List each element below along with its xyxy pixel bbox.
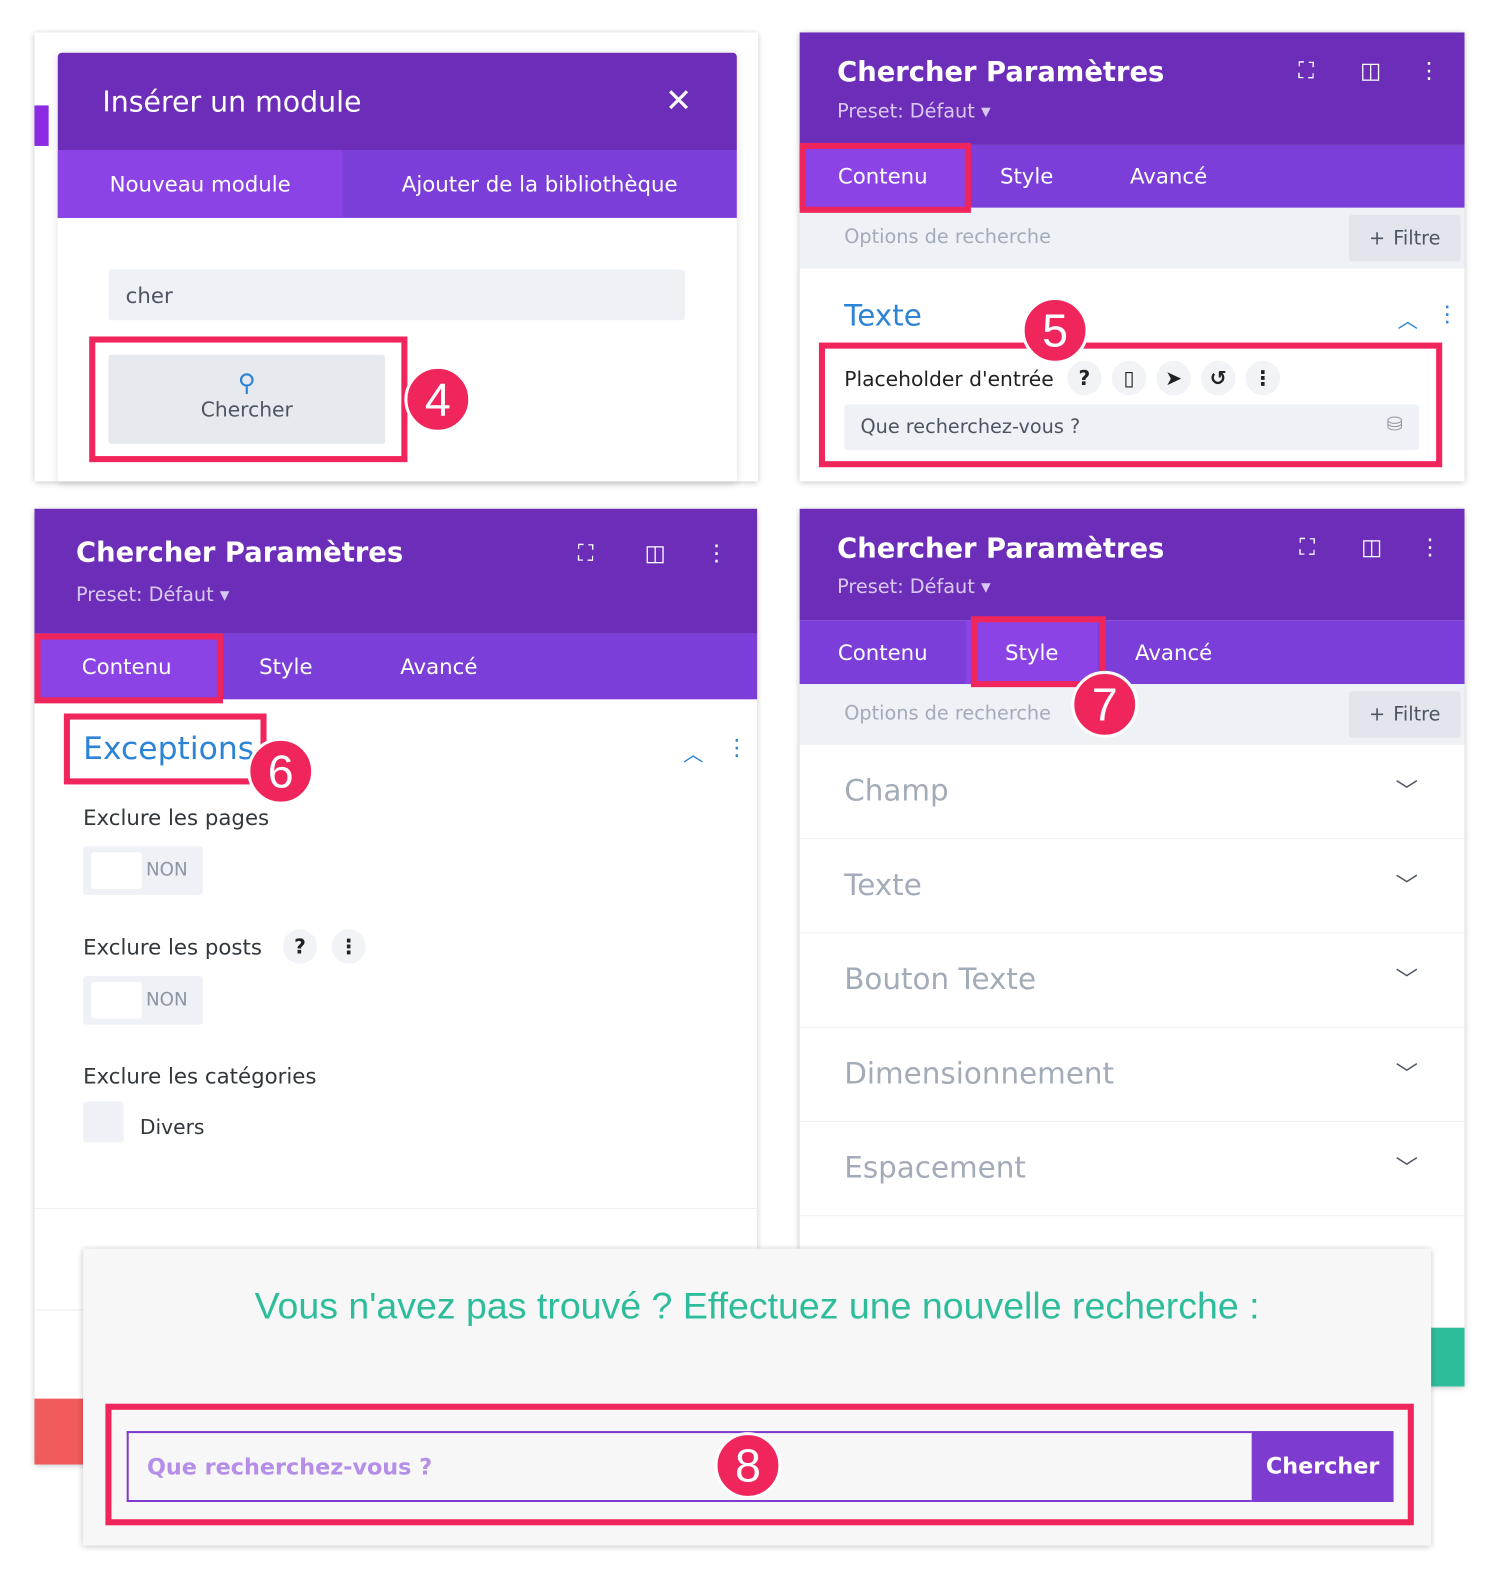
help-icon[interactable]: ? [282,929,318,964]
chevron-down-icon: ﹀ [1395,1156,1418,1182]
category-checkbox[interactable] [83,1101,124,1143]
highlight-box-tab-contenu [799,142,971,213]
section-more-icon[interactable]: ⋮ [1436,302,1458,327]
plus-icon: + [1368,227,1386,250]
split-view-icon[interactable]: ◫ [1361,535,1382,560]
panel-title: Chercher Paramètres [837,56,1165,89]
highlight-box-4 [89,336,408,463]
filter-button[interactable]: + Filtre [1348,691,1461,738]
tab-library[interactable]: Ajouter de la bibliothèque [343,150,737,218]
chevron-down-icon: ﹀ [1395,873,1418,899]
red-button-edge [34,1398,84,1465]
step-badge-4: 4 [404,365,472,433]
step-badge-6: 6 [247,737,315,805]
exclude-pages-toggle[interactable]: NON [83,846,203,895]
field-tools: ? ⋮ [282,929,366,964]
tab-style[interactable]: Style [966,145,1088,208]
chevron-up-icon[interactable]: ︿ [683,738,703,767]
preset-dropdown[interactable]: Preset: Défaut ▾ [837,576,990,598]
accordion-bouton-texte[interactable]: Bouton Texte ﹀ [799,933,1465,1028]
panel-title: Chercher Paramètres [76,537,404,569]
dialog-title: Insérer un module [102,85,362,119]
field-label: Exclure les posts [83,935,262,960]
chevron-down-icon: ﹀ [1395,1062,1418,1088]
accordion-texte[interactable]: Texte ﹀ [799,839,1465,934]
tab-new-module[interactable]: Nouveau module [57,149,343,218]
chevron-down-icon: ﹀ [1395,967,1418,994]
section-title[interactable]: Texte [844,298,922,332]
split-view-icon[interactable]: ◫ [645,541,666,566]
highlight-box-5 [818,342,1443,468]
focus-icon[interactable]: ⛶ [578,541,594,566]
tab-contenu[interactable]: Contenu [800,620,966,684]
tab-avance[interactable]: Avancé [1087,145,1249,208]
preset-dropdown[interactable]: Preset: Défaut ▾ [837,100,990,122]
field-label: Exclure les catégories [83,1064,317,1089]
more-icon[interactable]: ⋮ [331,929,366,964]
step-badge-8: 8 [714,1432,782,1499]
tab-avance[interactable]: Avancé [353,633,525,699]
highlight-box-tab-contenu [34,633,223,704]
split-view-icon[interactable]: ◫ [1360,59,1381,84]
field-label: Exclure les pages [83,805,270,831]
chevron-down-icon: ﹀ [1395,779,1418,805]
section-more-icon[interactable]: ⋮ [726,736,748,761]
panel-title: Chercher Paramètres [837,533,1165,565]
background-letter [34,105,49,146]
more-icon[interactable]: ⋮ [705,541,727,566]
options-search[interactable]: Options de recherche [844,226,1051,248]
module-search-input[interactable]: cher [108,269,686,321]
more-icon[interactable]: ⋮ [1419,535,1441,560]
teal-button-edge [1431,1327,1465,1387]
more-icon[interactable]: ⋮ [1418,59,1440,84]
plus-icon: + [1368,703,1386,726]
category-label: Divers [139,1114,205,1140]
preview-heading: Vous n'avez pas trouvé ? Effectuez une n… [254,1285,1260,1327]
close-icon[interactable]: ✕ [665,81,692,120]
accordion-dimensionnement[interactable]: Dimensionnement ﹀ [799,1028,1465,1122]
exclude-posts-toggle[interactable]: NON [83,976,203,1025]
accordion-espacement[interactable]: Espacement ﹀ [799,1122,1465,1217]
divider [34,1208,758,1210]
highlight-box-6 [63,713,267,785]
tab-style[interactable]: Style [219,633,353,699]
step-badge-5: 5 [1021,296,1089,364]
accordion-champ[interactable]: Champ ﹀ [799,745,1465,840]
focus-icon[interactable]: ⛶ [1298,59,1314,84]
chevron-up-icon[interactable]: ︿ [1398,304,1418,333]
focus-icon[interactable]: ⛶ [1299,535,1315,560]
filter-button[interactable]: + Filtre [1348,214,1461,262]
options-search[interactable]: Options de recherche [844,702,1051,724]
step-badge-7: 7 [1071,670,1139,738]
preset-dropdown[interactable]: Preset: Défaut ▾ [76,584,229,606]
